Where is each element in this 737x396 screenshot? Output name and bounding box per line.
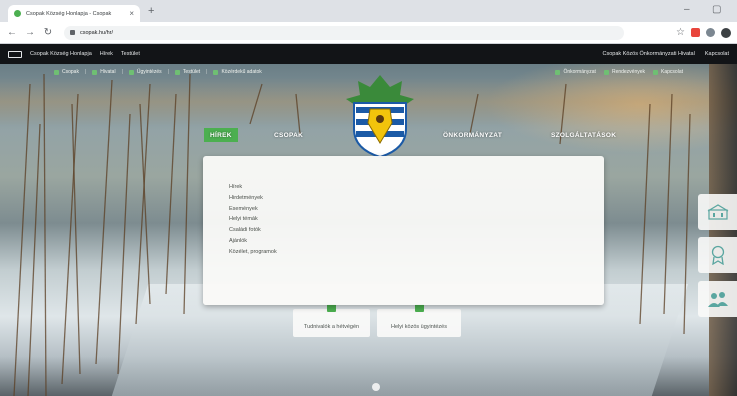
scroll-down-indicator[interactable]: [372, 383, 380, 391]
side-button-building[interactable]: [698, 194, 737, 230]
quick-link[interactable]: Ügyintézés: [128, 69, 162, 75]
building-icon: [707, 204, 728, 220]
site-bar-link-home[interactable]: Csopak Község Honlapja: [30, 51, 92, 57]
address-bar[interactable]: csopak.hu/hr/: [64, 25, 624, 40]
browser-tab[interactable]: Csopak Község Honlapja - Csopak ×: [8, 5, 140, 22]
side-button-award[interactable]: [698, 237, 737, 273]
dropdown-item-hirdetmenyek[interactable]: Hirdetmények: [229, 193, 604, 204]
site-bar-link-news[interactable]: Hírek: [100, 51, 113, 57]
quick-button-admin[interactable]: Helyi közös ügyintézés: [377, 304, 461, 337]
quick-link-label: Rendezvények: [611, 69, 646, 75]
quick-button-icon: [414, 304, 424, 312]
quick-button-label: Helyi közös ügyintézés: [391, 324, 447, 330]
people-icon: [707, 292, 728, 307]
side-button-people[interactable]: [698, 281, 737, 317]
dropdown-item-hirek[interactable]: Hírek: [229, 182, 604, 193]
browser-tab-strip: Csopak Község Honlapja - Csopak × + – ▢: [0, 0, 737, 22]
quick-button-weekend[interactable]: Tudnivalók a hétvégén: [293, 304, 370, 337]
extension-2-icon[interactable]: [706, 28, 715, 37]
nav-csopak[interactable]: CSOPAK: [268, 128, 309, 142]
dropdown-item-csaladi-fotok[interactable]: Családi fotók: [229, 225, 604, 236]
quick-link-icon: [174, 69, 180, 75]
bookmark-star-icon[interactable]: ☆: [676, 27, 685, 38]
award-icon: [711, 245, 724, 265]
quick-link[interactable]: Rendezvények: [603, 69, 646, 75]
quick-link-icon: [92, 69, 98, 75]
quick-link[interactable]: Kapcsolat: [653, 69, 683, 75]
nav-hirek[interactable]: HÍREK: [204, 128, 238, 142]
tab-close-icon[interactable]: ×: [129, 9, 134, 18]
dropdown-item-helyi-temak[interactable]: Helyi témák: [229, 214, 604, 225]
new-tab-button[interactable]: +: [148, 5, 154, 17]
quick-link-label: Csopak: [62, 69, 79, 75]
forward-button[interactable]: →: [24, 27, 36, 39]
tab-title: Csopak Község Honlapja - Csopak: [26, 10, 112, 17]
url-text: csopak.hu/hr/: [80, 29, 114, 36]
nav-onkormanyzat[interactable]: ÖNKORMÁNYZAT: [437, 128, 508, 142]
quick-link[interactable]: Testület: [174, 69, 201, 75]
nav-szolgaltatasok[interactable]: SZOLGÁLTATÁSOK: [545, 128, 622, 142]
site-bar-link-office[interactable]: Csopak Közös Önkormányzati Hivatal: [603, 51, 695, 57]
quick-link-label: Önkormányzat: [563, 69, 596, 75]
quick-link[interactable]: Hivatal: [92, 69, 116, 75]
quick-link-icon: [603, 69, 609, 75]
extension-icon[interactable]: [691, 28, 700, 37]
site-top-bar: Csopak Község Honlapja Hírek Testület Cs…: [0, 44, 737, 64]
quick-link-label: Közérdekű adatok: [221, 69, 262, 75]
quick-link-label: Testület: [182, 69, 201, 75]
menu-icon[interactable]: [8, 50, 22, 58]
quick-link[interactable]: Önkormányzat: [555, 69, 596, 75]
quick-link-icon: [653, 69, 659, 75]
quick-link-icon: [213, 69, 219, 75]
browser-toolbar: ← → ↻ csopak.hu/hr/ ☆: [0, 22, 737, 44]
quick-link-label: Hivatal: [100, 69, 116, 75]
quick-link-label: Kapcsolat: [661, 69, 683, 75]
quick-link[interactable]: Csopak: [54, 69, 79, 75]
news-dropdown-menu: Hírek Hirdetmények Események Helyi témák…: [203, 156, 604, 305]
quick-button-label: Tudnivalók a hétvégén: [303, 324, 360, 330]
coat-of-arms-logo[interactable]: [340, 73, 420, 159]
favicon-icon: [14, 10, 21, 17]
site-bar-link-council[interactable]: Testület: [121, 51, 140, 57]
quick-link-label: Ügyintézés: [136, 69, 162, 75]
dropdown-item-kozelet[interactable]: Közélet, programok: [229, 247, 604, 258]
site-bar-link-contact[interactable]: Kapcsolat: [705, 51, 729, 57]
maximize-button[interactable]: ▢: [712, 4, 721, 16]
reload-button[interactable]: ↻: [42, 27, 54, 39]
dropdown-item-ajanlok[interactable]: Ajánlók: [229, 236, 604, 247]
lock-icon: [70, 30, 75, 35]
minimize-button[interactable]: –: [684, 4, 690, 16]
back-button[interactable]: ←: [6, 27, 18, 39]
profile-avatar[interactable]: [721, 27, 731, 38]
dropdown-item-esemenyek[interactable]: Események: [229, 204, 604, 215]
quick-button-icon: [327, 304, 336, 312]
quick-link-icon: [128, 69, 134, 75]
quick-link[interactable]: Közérdekű adatok: [213, 69, 262, 75]
quick-link-icon: [54, 69, 59, 75]
quick-link-icon: [555, 69, 561, 75]
